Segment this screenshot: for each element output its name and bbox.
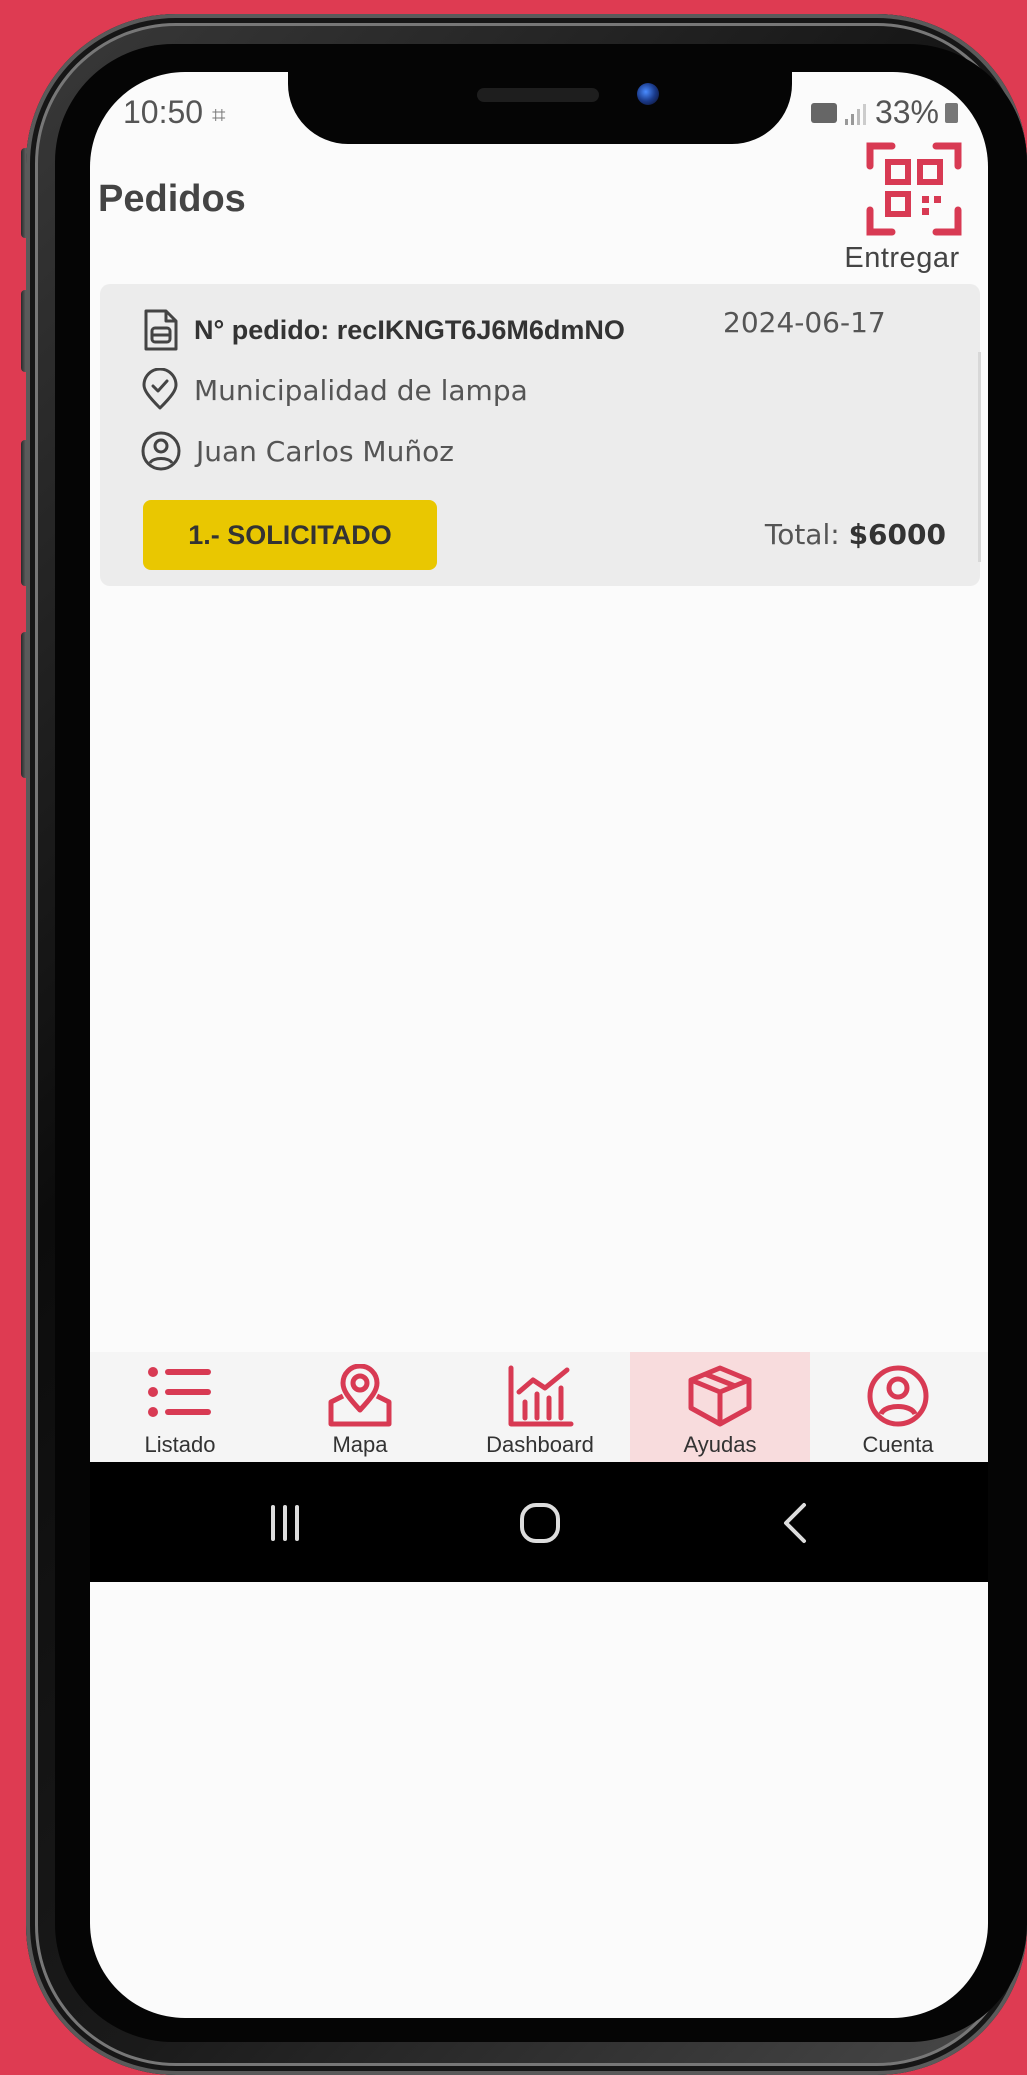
total-label: Total:: [764, 518, 849, 551]
tab-mapa[interactable]: Mapa: [270, 1352, 450, 1462]
page-title: Pedidos: [98, 178, 246, 220]
bottom-tab-bar: Listado Mapa Dashboard Ayudas Cuenta: [90, 1352, 988, 1462]
recent-apps-icon: [271, 1505, 299, 1541]
location-row: Municipalidad de lampa: [140, 368, 528, 412]
battery-icon: [945, 102, 958, 123]
tab-cuenta[interactable]: Cuenta: [808, 1352, 988, 1462]
signal-icon: [844, 103, 866, 125]
user-circle-icon: [867, 1365, 929, 1427]
back-button[interactable]: [755, 1488, 835, 1558]
notch: [288, 72, 792, 144]
user-circle-icon: [141, 431, 181, 471]
home-button[interactable]: [500, 1488, 580, 1558]
phone-screen: 10:50 ⌗ 33% Pedidos Entregar N° pedido: …: [90, 72, 988, 2018]
scrollbar[interactable]: [978, 352, 981, 562]
screenshot-icon: ⌗: [211, 102, 226, 129]
order-id-row: N° pedido: recIKNGT6J6M6dmNO: [140, 308, 625, 352]
status-time-text: 10:50: [123, 94, 204, 130]
map-pin-icon: [328, 1364, 392, 1427]
tab-label-listado: Listado: [144, 1432, 216, 1457]
order-person: Juan Carlos Muñoz: [196, 434, 454, 468]
total-value: $6000: [848, 518, 946, 551]
chart-icon: [508, 1365, 574, 1427]
order-id: N° pedido: recIKNGT6J6M6dmNO: [194, 314, 625, 345]
status-indicators: 33%: [810, 94, 958, 131]
system-nav-bar: [90, 1462, 988, 1582]
tab-label-mapa: Mapa: [332, 1432, 388, 1457]
person-row: Juan Carlos Muñoz: [140, 430, 454, 472]
order-date: 2024-06-17: [723, 306, 886, 339]
order-card[interactable]: N° pedido: recIKNGT6J6M6dmNO 2024-06-17 …: [100, 284, 980, 586]
battery-percent: 33%: [874, 94, 939, 130]
back-icon: [784, 1503, 806, 1543]
home-icon: [520, 1503, 560, 1543]
list-icon: [148, 1367, 211, 1417]
order-location: Municipalidad de lampa: [194, 373, 528, 407]
order-status-button[interactable]: 1.- SOLICITADO: [143, 500, 437, 570]
front-camera: [637, 83, 659, 105]
deliver-label: Entregar: [844, 242, 960, 274]
speaker-grille: [477, 88, 599, 102]
tab-label-cuenta: Cuenta: [862, 1432, 934, 1457]
qr-code-icon: [866, 142, 962, 236]
tab-ayudas[interactable]: Ayudas: [630, 1352, 810, 1462]
location-check-icon: [142, 368, 178, 410]
tab-label-dashboard: Dashboard: [486, 1432, 594, 1457]
recent-apps-button[interactable]: [245, 1488, 325, 1558]
box-icon: [688, 1365, 752, 1427]
tab-dashboard[interactable]: Dashboard: [450, 1352, 630, 1462]
order-total: Total: $6000: [765, 518, 946, 551]
status-time: 10:50 ⌗: [123, 94, 225, 131]
tab-label-ayudas: Ayudas: [683, 1432, 757, 1457]
tab-listado[interactable]: Listado: [90, 1352, 270, 1462]
volte-icon: [810, 102, 837, 123]
document-icon: [144, 309, 178, 351]
deliver-qr-button[interactable]: Entregar: [832, 140, 972, 280]
